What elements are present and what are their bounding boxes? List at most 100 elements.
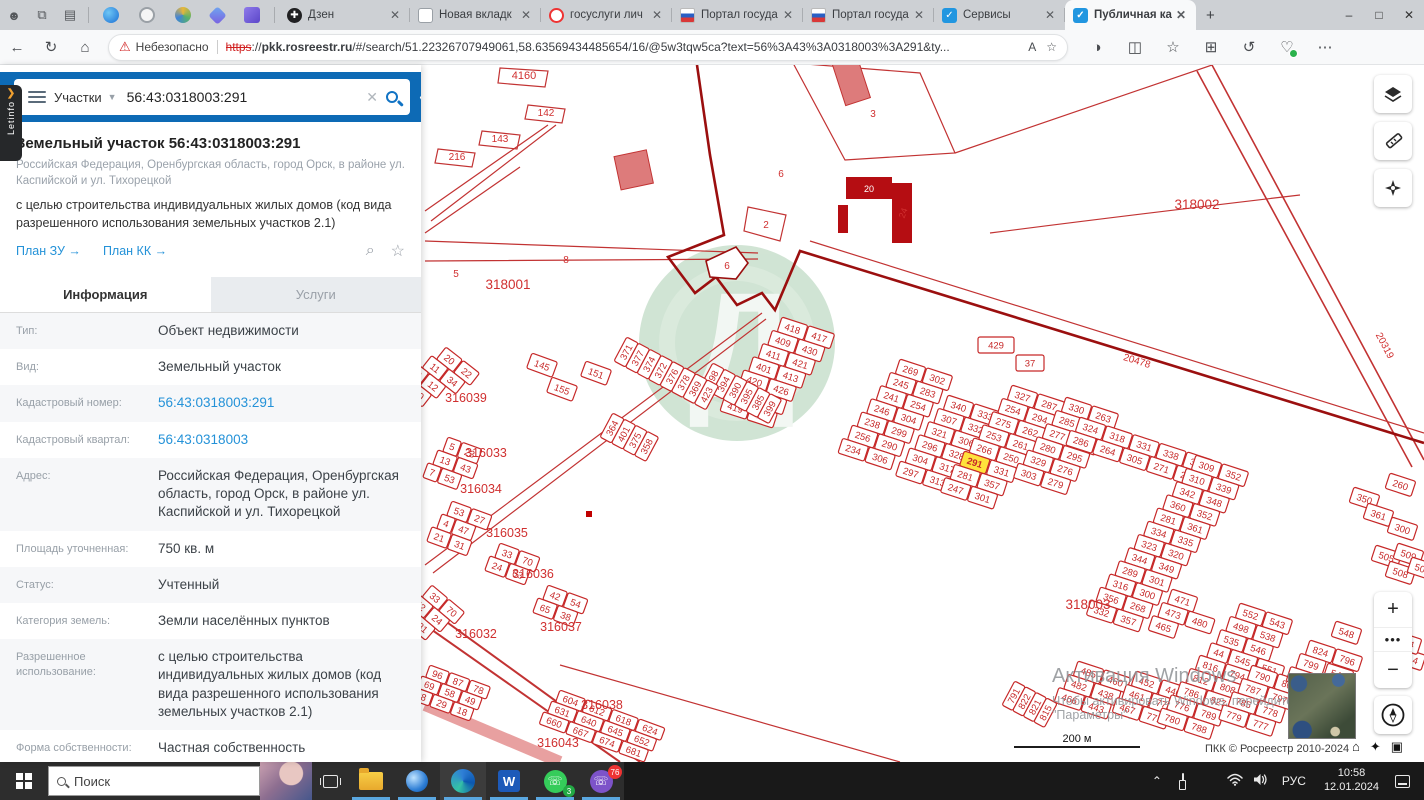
- avatar[interactable]: [260, 762, 312, 800]
- browser-tab-0[interactable]: ✚ Дзен ✕: [279, 0, 410, 30]
- settings-more-icon[interactable]: ⋯: [1310, 33, 1340, 61]
- taskbar-search[interactable]: Поиск: [48, 766, 260, 796]
- parcel-box-155[interactable]: 155: [546, 376, 578, 402]
- parcel-box-145[interactable]: 145: [526, 352, 558, 378]
- parcel-cluster-3[interactable]: 364401375358: [600, 413, 659, 462]
- taskbar-app-edge[interactable]: [440, 762, 486, 800]
- search-input[interactable]: [126, 89, 359, 105]
- compass-button[interactable]: [1374, 696, 1412, 734]
- field-value[interactable]: 56:43:0318003:291: [158, 394, 405, 412]
- url-field[interactable]: ⚠ Небезопасно https://pkk.rosreestr.ru/#…: [108, 33, 1068, 61]
- tab-close-icon[interactable]: ✕: [910, 8, 928, 22]
- taskbar-app-explorer[interactable]: [348, 762, 394, 800]
- notification-center-icon[interactable]: [1395, 774, 1410, 788]
- favorite-star-icon[interactable]: ☆: [1046, 40, 1057, 54]
- back-icon[interactable]: ←: [0, 33, 34, 61]
- start-button[interactable]: [0, 762, 48, 800]
- clock[interactable]: 10:58 12.01.2024: [1314, 767, 1389, 795]
- browser-essentials-icon[interactable]: ♡: [1272, 33, 1302, 61]
- parcel-box-548[interactable]: 548: [1330, 620, 1362, 645]
- tab-close-icon[interactable]: ✕: [386, 8, 404, 22]
- home-icon[interactable]: ⌂: [68, 33, 102, 61]
- letinfo-extension-tab[interactable]: ❯ Letinfo: [0, 85, 22, 161]
- close-button[interactable]: ✕: [1394, 0, 1424, 30]
- taskbar-app-word[interactable]: W: [486, 762, 532, 800]
- plan-kk-link[interactable]: План КК →: [103, 244, 167, 258]
- wifi-icon[interactable]: [1222, 773, 1248, 789]
- basemap-toggle-icon[interactable]: ▣: [1391, 739, 1403, 755]
- collapse-panel-icon[interactable]: ❮: [418, 89, 421, 105]
- history-icon[interactable]: ↺: [1234, 33, 1264, 61]
- pinned-favicon-swirl[interactable]: [175, 7, 191, 23]
- browser-tab-1[interactable]: Новая вкладк ✕: [410, 0, 541, 30]
- tab-close-icon[interactable]: ✕: [1172, 8, 1190, 22]
- search-category-select[interactable]: Участки: [54, 90, 102, 105]
- restore-button[interactable]: □: [1364, 0, 1394, 30]
- zoom-in-button[interactable]: +: [1374, 592, 1412, 628]
- security-warning-label[interactable]: Небезопасно: [136, 40, 209, 54]
- pinned-favicon-diamond[interactable]: [208, 5, 227, 25]
- minimap-satellite-preview[interactable]: [1288, 673, 1356, 739]
- volume-icon[interactable]: [1248, 773, 1274, 789]
- zoom-out-button[interactable]: −: [1374, 652, 1412, 688]
- measure-button[interactable]: [1374, 122, 1412, 160]
- position-star-icon[interactable]: ✦: [1370, 739, 1381, 755]
- tab-information[interactable]: Информация: [0, 277, 211, 313]
- tab-services[interactable]: Услуги: [210, 277, 421, 313]
- taskbar-app-whatsapp[interactable]: ☏ 3: [532, 762, 578, 800]
- parcel-address-subtitle: Российская Федерация, Оренбургская облас…: [16, 159, 405, 187]
- collections-icon[interactable]: ⊞: [1196, 33, 1226, 61]
- parcel-box-300[interactable]: 300: [1386, 516, 1418, 541]
- clear-search-icon[interactable]: ✕: [366, 89, 378, 106]
- task-view-button[interactable]: [312, 762, 348, 800]
- tab-close-icon[interactable]: ✕: [517, 8, 535, 22]
- doc-search-icon[interactable]: ⌕: [366, 242, 375, 260]
- parcel-cluster-25[interactable]: 791822821815: [1002, 681, 1058, 728]
- tab-close-icon[interactable]: ✕: [1041, 8, 1059, 22]
- layers-button[interactable]: [1374, 75, 1412, 113]
- security-warning-icon[interactable]: ⚠: [119, 39, 131, 55]
- parcel-cluster-6[interactable]: 53274 472131: [426, 498, 493, 560]
- parcel-box-429[interactable]: 429: [977, 336, 1015, 354]
- copilot-icon[interactable]: ◑: [1082, 33, 1112, 61]
- tray-devices-icon[interactable]: [1170, 773, 1196, 789]
- field-value: с целью строительства индивидуальных жил…: [158, 649, 382, 719]
- taskbar-app-photos[interactable]: [394, 762, 440, 800]
- search-icon[interactable]: [386, 91, 398, 103]
- parcel-box-37[interactable]: 37: [1015, 354, 1045, 372]
- plan-zu-link[interactable]: План ЗУ →: [16, 244, 81, 258]
- field-row-3: Кадастровый квартал: 56:43:0318003: [0, 422, 421, 458]
- read-aloud-icon[interactable]: A: [1028, 40, 1036, 54]
- parcel-box-260[interactable]: 260: [1384, 472, 1416, 497]
- favorites-icon[interactable]: ☆: [1158, 33, 1188, 61]
- browser-tab-3[interactable]: Портал госуда ✕: [672, 0, 803, 30]
- tab-close-icon[interactable]: ✕: [648, 8, 666, 22]
- browser-tab-2[interactable]: госуслуги лич ✕: [541, 0, 672, 30]
- tab-group-icon[interactable]: ⧉: [28, 4, 56, 26]
- browser-tab-6[interactable]: ✓ Публичная ка ✕: [1065, 0, 1196, 30]
- tab-close-icon[interactable]: ✕: [779, 8, 797, 22]
- tray-chevron-up-icon[interactable]: ⌃: [1144, 774, 1170, 788]
- browser-tab-4[interactable]: Портал госуда ✕: [803, 0, 934, 30]
- vertical-tabs-icon[interactable]: ▤: [56, 4, 84, 26]
- taskbar-app-viber[interactable]: ☏ 76: [578, 762, 624, 800]
- parcel-box-361[interactable]: 361: [1362, 502, 1394, 527]
- parcel-box-151[interactable]: 151: [580, 360, 612, 386]
- new-tab-button[interactable]: +: [1196, 7, 1225, 24]
- chevron-down-icon[interactable]: ▼: [108, 92, 117, 102]
- browser-tab-5[interactable]: ✓ Сервисы ✕: [934, 0, 1065, 30]
- split-screen-icon[interactable]: ◫: [1120, 33, 1150, 61]
- locate-object-button[interactable]: [1374, 169, 1412, 207]
- zoom-options-button[interactable]: •••: [1374, 628, 1412, 652]
- home-map-icon[interactable]: ⌂: [1352, 739, 1360, 755]
- pinned-favicon-ring[interactable]: [139, 7, 155, 23]
- pinned-favicon-globe[interactable]: [103, 7, 119, 23]
- star-icon[interactable]: ☆: [391, 241, 405, 261]
- language-indicator[interactable]: РУС: [1274, 774, 1314, 788]
- minimize-button[interactable]: –: [1334, 0, 1364, 30]
- profile-icon[interactable]: ☻: [0, 4, 28, 26]
- pinned-favicon-purple[interactable]: [244, 7, 260, 23]
- field-value[interactable]: 56:43:0318003: [158, 431, 405, 449]
- refresh-icon[interactable]: ↻: [34, 33, 68, 61]
- menu-icon[interactable]: [28, 91, 46, 103]
